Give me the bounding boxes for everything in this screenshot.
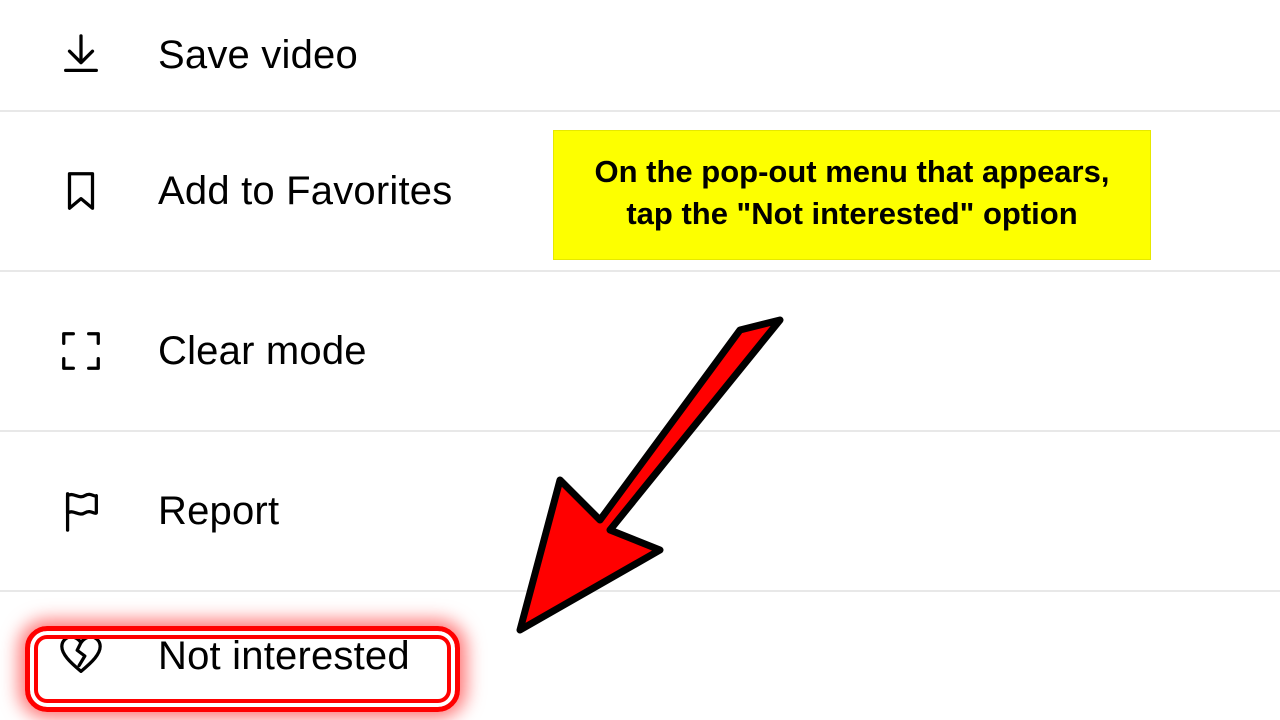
instruction-screenshot: Save video Add to Favorites Clear mode <box>0 0 1280 720</box>
menu-item-label: Report <box>158 489 279 534</box>
instruction-callout: On the pop-out menu that appears, tap th… <box>553 130 1151 260</box>
flag-icon <box>58 488 118 534</box>
menu-item-save-video[interactable]: Save video <box>0 0 1280 110</box>
bookmark-icon <box>58 168 118 214</box>
menu-item-report[interactable]: Report <box>0 430 1280 590</box>
menu-item-clear-mode[interactable]: Clear mode <box>0 270 1280 430</box>
menu-item-label: Not interested <box>158 634 410 679</box>
menu-item-label: Clear mode <box>158 329 367 374</box>
fullscreen-icon <box>58 328 118 374</box>
menu-item-not-interested[interactable]: Not interested <box>0 590 1280 720</box>
broken-heart-icon <box>58 633 118 679</box>
download-icon <box>58 32 118 78</box>
menu-item-label: Save video <box>158 33 358 78</box>
callout-text: On the pop-out menu that appears, tap th… <box>595 154 1110 231</box>
popout-menu: Save video Add to Favorites Clear mode <box>0 0 1280 720</box>
menu-item-label: Add to Favorites <box>158 169 452 214</box>
